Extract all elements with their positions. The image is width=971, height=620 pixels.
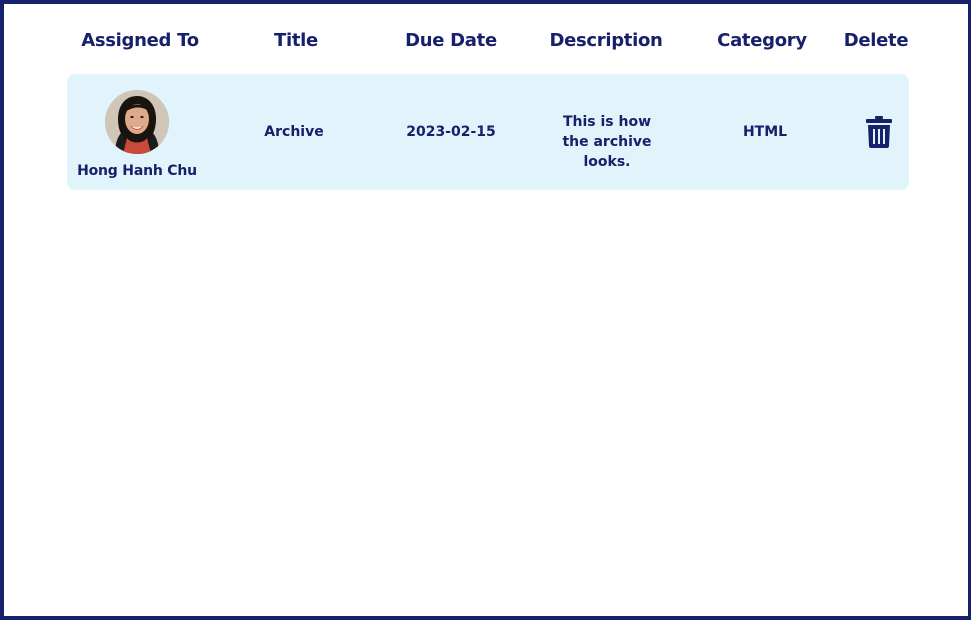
header-due-date: Due Date bbox=[405, 30, 497, 51]
header-title: Title bbox=[274, 30, 318, 51]
task-due-date: 2023-02-15 bbox=[406, 124, 496, 140]
header-category: Category bbox=[717, 30, 807, 51]
avatar bbox=[105, 90, 169, 154]
header-description: Description bbox=[549, 30, 663, 51]
task-title: Archive bbox=[264, 124, 324, 140]
header-assigned-to: Assigned To bbox=[81, 30, 199, 51]
trash-icon bbox=[866, 116, 892, 148]
delete-button[interactable] bbox=[865, 115, 893, 149]
header-delete: Delete bbox=[843, 30, 909, 51]
task-category: HTML bbox=[742, 124, 788, 140]
table-row: Hong Hanh Chu Archive 2023-02-15 This is… bbox=[67, 74, 909, 190]
table-header: Assigned To Title Due Date Description C… bbox=[0, 0, 971, 80]
task-description: This is how the archive looks. bbox=[562, 114, 652, 170]
assignee-name: Hong Hanh Chu bbox=[77, 163, 197, 179]
avatar-portrait bbox=[105, 90, 169, 154]
